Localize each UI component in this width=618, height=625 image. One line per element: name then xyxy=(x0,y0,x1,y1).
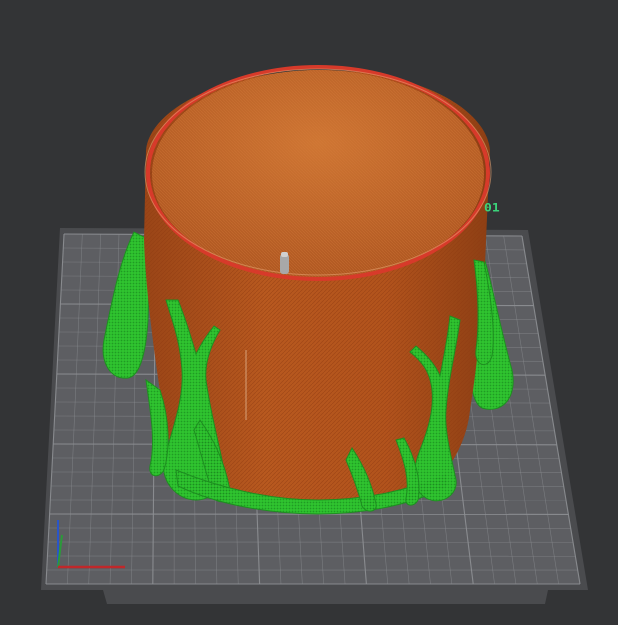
scene-canvas[interactable] xyxy=(0,0,618,625)
seam-marker-cap xyxy=(281,252,288,257)
pot-inner-texture xyxy=(152,70,484,278)
3d-viewport[interactable]: 01 xyxy=(0,0,618,625)
bed-edge-label: 01 xyxy=(484,202,500,215)
